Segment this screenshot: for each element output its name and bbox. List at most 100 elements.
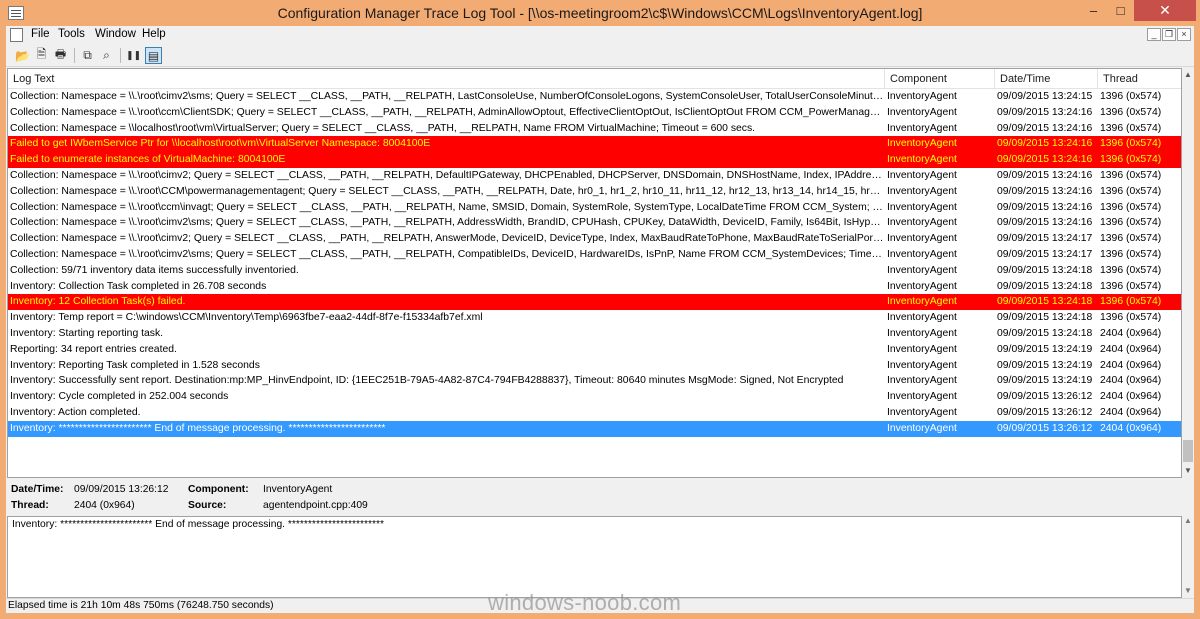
log-row-error[interactable]: Failed to enumerate instances of Virtual…: [8, 152, 1181, 168]
column-header-datetime[interactable]: Date/Time: [995, 69, 1098, 89]
app-frame: File Tools Window Help _ ❐ × 📂 🗎 🖶 ⧉ ⌕ ❚…: [6, 26, 1194, 613]
copy-icon[interactable]: ⧉: [79, 47, 96, 64]
details-pane-icon[interactable]: ▤: [145, 47, 162, 64]
component-cell: InventoryAgent: [887, 154, 957, 166]
close-button[interactable]: ✕: [1134, 0, 1196, 21]
mdi-restore-button[interactable]: ❐: [1162, 28, 1176, 41]
log-list[interactable]: Log Text Component Date/Time Thread Coll…: [7, 68, 1182, 478]
component-cell: InventoryAgent: [887, 138, 957, 150]
datetime-cell: 09/09/2015 13:26:12: [997, 422, 1093, 434]
column-header-component[interactable]: Component: [885, 69, 995, 89]
maximize-button[interactable]: □: [1107, 0, 1134, 21]
minimize-button[interactable]: –: [1080, 0, 1107, 21]
datetime-cell: 09/09/2015 13:24:16: [997, 106, 1093, 118]
component-cell: InventoryAgent: [887, 280, 957, 292]
document-icon[interactable]: [10, 28, 23, 42]
datetime-value: 09/09/2015 13:26:12: [74, 484, 169, 495]
thread-cell: 1396 (0x574): [1100, 233, 1162, 245]
log-row-error[interactable]: Failed to get IWbemService Ptr for \\loc…: [8, 136, 1181, 153]
mdi-close-button[interactable]: ×: [1177, 28, 1191, 41]
datetime-cell: 09/09/2015 13:24:16: [997, 185, 1093, 197]
component-label: Component:: [188, 484, 249, 495]
log-row[interactable]: Collection: Namespace = \\.\root\cimv2; …: [8, 168, 1181, 184]
window-title: Configuration Manager Trace Log Tool - […: [277, 5, 923, 21]
thread-cell: 1396 (0x574): [1100, 249, 1162, 260]
log-list-scrollbar[interactable]: ▲ ▼: [1182, 68, 1194, 478]
log-row[interactable]: Reporting: 34 report entries created. Inv…: [8, 342, 1181, 358]
log-row[interactable]: Collection: Namespace = \\.\root\cimv2\s…: [8, 89, 1181, 105]
thread-cell: 2404 (0x964): [1100, 359, 1162, 371]
menu-window[interactable]: Window: [95, 28, 136, 40]
message-scrollbar[interactable]: ▲ ▼: [1182, 516, 1194, 598]
mdi-minimize-button[interactable]: _: [1147, 28, 1161, 41]
component-cell: InventoryAgent: [887, 312, 957, 324]
thread-cell: 1396 (0x574): [1100, 154, 1162, 166]
log-row[interactable]: Collection: Namespace = \\.\root\cimv2\s…: [8, 215, 1181, 231]
find-icon[interactable]: ⌕: [98, 47, 115, 64]
component-cell: InventoryAgent: [887, 296, 957, 308]
component-cell: InventoryAgent: [887, 106, 957, 118]
log-row[interactable]: Inventory: Reporting Task completed in 1…: [8, 358, 1181, 374]
datetime-cell: 09/09/2015 13:24:16: [997, 138, 1093, 150]
scrollbar-thumb[interactable]: [1183, 440, 1193, 462]
thread-cell: 2404 (0x964): [1100, 328, 1162, 339]
thread-cell: 1396 (0x574): [1100, 91, 1162, 102]
component-cell: InventoryAgent: [887, 249, 957, 260]
thread-cell: 2404 (0x964): [1100, 343, 1162, 355]
column-header-thread[interactable]: Thread: [1098, 69, 1181, 89]
log-text-cell: Collection: Namespace = \\.\root\cimv2; …: [10, 233, 884, 245]
component-cell: InventoryAgent: [887, 217, 957, 229]
log-text-cell: Collection: Namespace = \\.\root\ccm\Cli…: [10, 106, 884, 118]
menu-help[interactable]: Help: [142, 28, 166, 40]
log-text-cell: Failed to enumerate instances of Virtual…: [10, 154, 286, 166]
thread-cell: 1396 (0x574): [1100, 312, 1162, 324]
log-text-cell: Inventory: Cycle completed in 252.004 se…: [10, 391, 229, 403]
log-row[interactable]: Collection: Namespace = \\localhost\root…: [8, 121, 1181, 137]
print-icon[interactable]: 🖶: [52, 47, 69, 64]
datetime-cell: 09/09/2015 13:26:12: [997, 391, 1093, 403]
log-row[interactable]: Inventory: Starting reporting task. Inven…: [8, 326, 1181, 342]
menu-file[interactable]: File: [31, 28, 50, 40]
thread-cell: 1396 (0x574): [1100, 264, 1162, 276]
log-row[interactable]: Inventory: Successfully sent report. Des…: [8, 373, 1181, 389]
source-label: Source:: [188, 500, 227, 511]
scroll-up-arrow-icon[interactable]: ▲: [1182, 68, 1194, 82]
datetime-cell: 09/09/2015 13:24:16: [997, 217, 1093, 229]
column-header-log-text[interactable]: Log Text: [8, 69, 885, 89]
open-folder-icon[interactable]: 📂: [14, 47, 31, 64]
message-scroll-down-icon[interactable]: ▼: [1182, 586, 1194, 598]
datetime-cell: 09/09/2015 13:24:16: [997, 154, 1093, 166]
pause-icon[interactable]: ❚❚: [125, 47, 142, 64]
datetime-cell: 09/09/2015 13:24:16: [997, 201, 1093, 213]
datetime-cell: 09/09/2015 13:24:17: [997, 233, 1093, 245]
log-row[interactable]: Inventory: Collection Task completed in …: [8, 279, 1181, 295]
log-row-error[interactable]: Inventory: 12 Collection Task(s) failed.…: [8, 294, 1181, 311]
component-cell: InventoryAgent: [887, 91, 957, 102]
toolbar-separator: [74, 48, 75, 63]
thread-cell: 1396 (0x574): [1100, 170, 1162, 181]
log-row[interactable]: Inventory: Temp report = C:\windows\CCM\…: [8, 310, 1181, 326]
log-row-selected[interactable]: Inventory: *********************** End o…: [8, 420, 1181, 437]
log-row[interactable]: Collection: Namespace = \\.\root\cimv2\s…: [8, 247, 1181, 263]
thread-cell: 2404 (0x964): [1100, 407, 1162, 418]
datetime-cell: 09/09/2015 13:24:18: [997, 280, 1093, 292]
component-cell: InventoryAgent: [887, 343, 957, 355]
log-row[interactable]: Collection: Namespace = \\.\root\ccm\Cli…: [8, 105, 1181, 121]
log-row[interactable]: Collection: Namespace = \\.\root\cimv2; …: [8, 231, 1181, 247]
log-row[interactable]: Inventory: Cycle completed in 252.004 se…: [8, 389, 1181, 405]
menu-tools[interactable]: Tools: [58, 28, 85, 40]
thread-cell: 2404 (0x964): [1100, 422, 1162, 434]
log-row[interactable]: Collection: Namespace = \\.\root\ccm\inv…: [8, 200, 1181, 216]
log-row[interactable]: Collection: 59/71 inventory data items s…: [8, 263, 1181, 279]
log-row[interactable]: Collection: Namespace = \\.\root\CCM\pow…: [8, 184, 1181, 200]
component-cell: InventoryAgent: [887, 422, 957, 434]
thread-cell: 1396 (0x574): [1100, 122, 1162, 134]
component-cell: InventoryAgent: [887, 122, 957, 134]
print-preview-icon[interactable]: 🗎: [33, 47, 50, 64]
message-text-box[interactable]: Inventory: *********************** End o…: [7, 516, 1182, 598]
message-scroll-up-icon[interactable]: ▲: [1182, 516, 1194, 528]
component-cell: InventoryAgent: [887, 233, 957, 245]
thread-cell: 1396 (0x574): [1100, 217, 1162, 229]
scroll-down-arrow-icon[interactable]: ▼: [1182, 464, 1194, 478]
log-row[interactable]: Inventory: Action completed. InventoryAge…: [8, 405, 1181, 421]
